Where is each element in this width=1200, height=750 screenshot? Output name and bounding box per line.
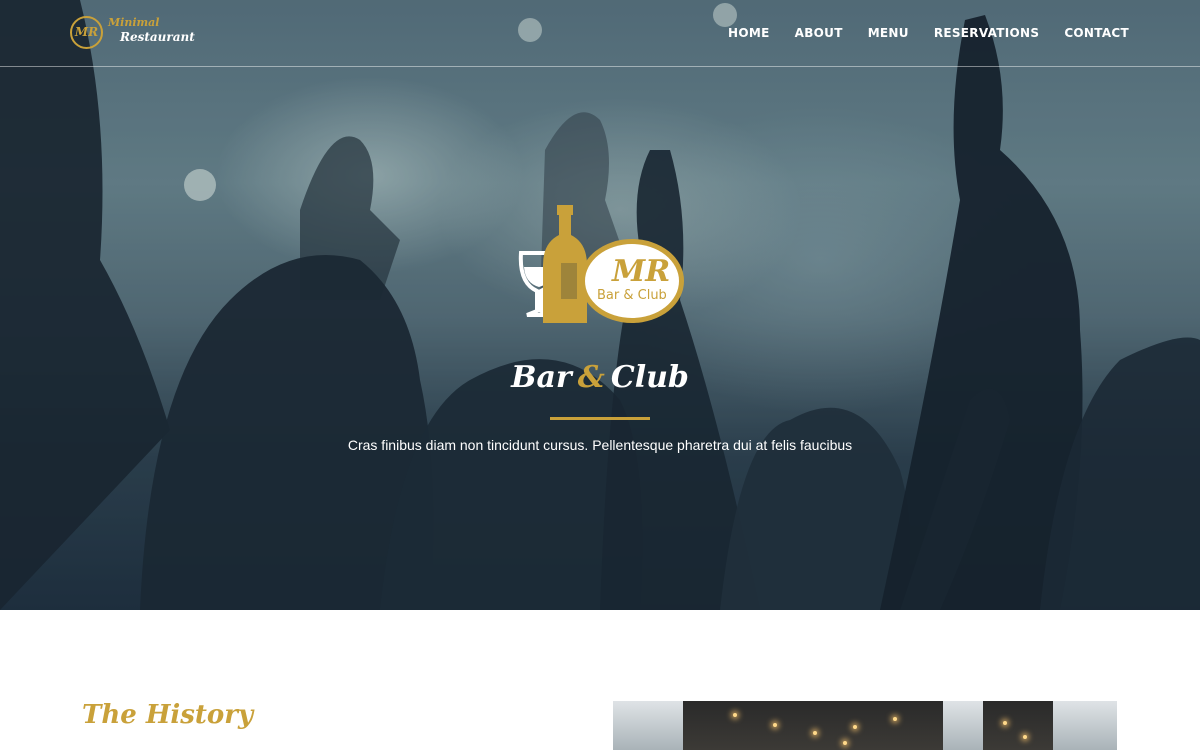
hero-title-part2: Club xyxy=(610,360,689,395)
wine-glass-bottle-logo-icon: MR Bar & Club xyxy=(518,205,684,323)
top-navbar: MR Minimal Restaurant HOME ABOUT MENU RE… xyxy=(0,0,1200,67)
brand-logo[interactable]: MR Minimal Restaurant xyxy=(70,16,200,52)
hero-divider xyxy=(550,417,650,420)
brand-name-line1: Minimal xyxy=(108,16,160,29)
nav-item-reservations[interactable]: RESERVATIONS xyxy=(934,26,1039,40)
hero-subtitle: Cras finibus diam non tincidunt cursus. … xyxy=(347,437,853,453)
hero-title-ampersand: & xyxy=(577,360,605,395)
hero-title: Bar & Club xyxy=(0,360,1200,395)
nav-item-menu[interactable]: MENU xyxy=(868,26,909,40)
club-logo-tagline: Bar & Club xyxy=(597,288,667,303)
nav-item-contact[interactable]: CONTACT xyxy=(1064,26,1129,40)
hero-section: MR Minimal Restaurant HOME ABOUT MENU RE… xyxy=(0,0,1200,610)
history-title: The History xyxy=(82,700,254,730)
brand-monogram: MR xyxy=(70,16,103,49)
nav-item-home[interactable]: HOME xyxy=(728,26,770,40)
nav-item-about[interactable]: ABOUT xyxy=(795,26,843,40)
brand-name-line2: Restaurant xyxy=(120,30,195,44)
hero-title-part1: Bar xyxy=(511,360,572,395)
history-image xyxy=(613,701,1117,750)
club-logo-monogram: MR xyxy=(611,254,670,289)
nav-menu: HOME ABOUT MENU RESERVATIONS CONTACT xyxy=(728,26,1129,40)
